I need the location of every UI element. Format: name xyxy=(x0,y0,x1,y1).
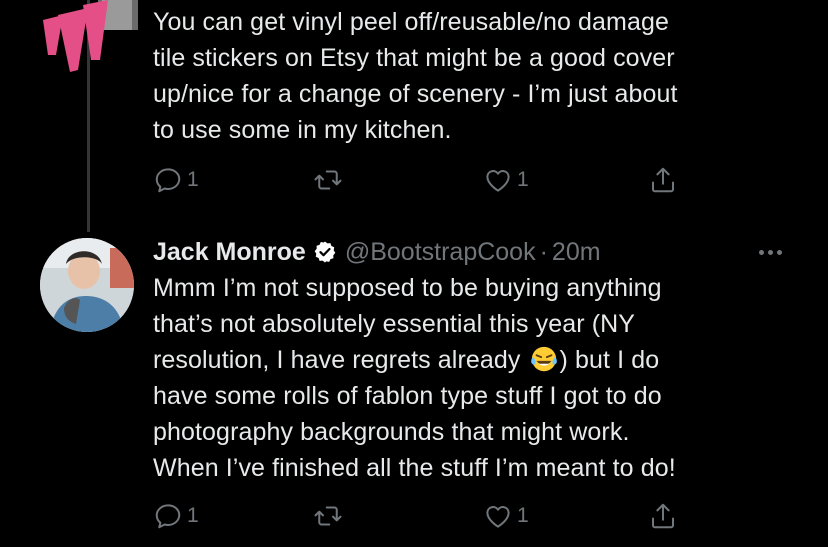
like-button[interactable]: 1 xyxy=(483,501,529,531)
retweet-icon xyxy=(314,506,342,526)
reply-count: 1 xyxy=(187,168,199,191)
reply-count: 1 xyxy=(187,504,199,527)
like-count: 1 xyxy=(517,168,529,191)
reply-button[interactable]: 1 xyxy=(153,501,199,531)
tweet-actions-previous: 1 1 xyxy=(153,162,693,198)
more-options-button[interactable] xyxy=(750,240,790,264)
like-button[interactable]: 1 xyxy=(483,165,529,195)
avatar-image xyxy=(40,238,134,332)
retweet-icon xyxy=(314,170,342,190)
share-button[interactable] xyxy=(648,501,678,531)
avatar-previous-user[interactable] xyxy=(28,0,138,80)
avatar-jack-monroe[interactable] xyxy=(40,238,134,332)
reply-icon xyxy=(155,168,181,193)
tweet-text-previous: You can get vinyl peel off/reusable/no d… xyxy=(153,8,678,144)
reply-icon xyxy=(155,504,181,529)
tweet-actions-main: 1 1 xyxy=(153,498,693,534)
share-icon xyxy=(652,503,674,529)
more-dot-icon xyxy=(758,249,764,255)
retweet-button[interactable] xyxy=(313,501,347,531)
tweet-header: Jack Monroe @BootstrapCook · 20m xyxy=(153,233,601,271)
author-handle[interactable]: @BootstrapCook xyxy=(345,238,536,267)
tears-of-joy-emoji-icon xyxy=(530,346,557,372)
more-dot-icon xyxy=(776,249,782,255)
reply-button[interactable]: 1 xyxy=(153,165,199,195)
heart-icon xyxy=(486,506,510,528)
share-button[interactable] xyxy=(648,165,678,195)
author-name[interactable]: Jack Monroe xyxy=(153,238,306,267)
retweet-button[interactable] xyxy=(313,165,347,195)
avatar-image xyxy=(43,0,138,72)
verified-badge-icon xyxy=(314,241,336,263)
tweet-text-main: Mmm I’m not supposed to be buying anythi… xyxy=(153,270,813,486)
share-icon xyxy=(652,167,674,193)
heart-icon xyxy=(486,170,510,192)
tweet-timestamp[interactable]: 20m xyxy=(552,238,601,267)
like-count: 1 xyxy=(517,504,529,527)
more-dot-icon xyxy=(767,249,773,255)
separator-dot: · xyxy=(539,237,548,266)
